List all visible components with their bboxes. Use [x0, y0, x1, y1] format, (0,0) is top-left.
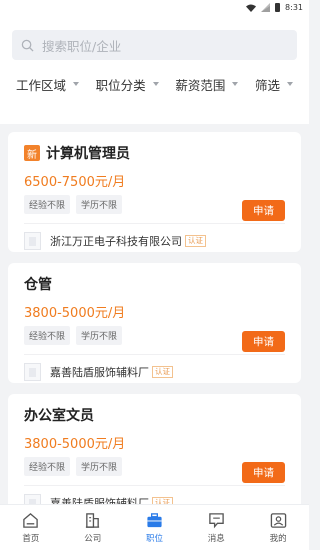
job-card[interactable]: 新 计算机管理员 6500-7500元/月 经验不限 学历不限 申请 浙江万正电… — [8, 132, 301, 252]
tab-profile[interactable]: 我的 — [247, 505, 309, 550]
job-salary: 6500-7500元/月 — [24, 175, 126, 190]
filter-label: 工作区域 — [16, 77, 67, 93]
tab-jobs[interactable]: 职位 — [124, 505, 186, 550]
tag-experience: 经验不限 — [24, 326, 71, 345]
status-time: 8:31 — [285, 3, 303, 12]
job-salary: 3800-5000元/月 — [24, 437, 126, 452]
job-card[interactable]: 办公室文员 3800-5000元/月 经验不限 学历不限 申请 嘉善陆盾服饰辅料… — [8, 394, 301, 514]
filter-salary[interactable]: 薪资范围 — [175, 75, 239, 94]
filter-area[interactable]: 工作区域 — [16, 75, 80, 94]
tab-company[interactable]: 公司 — [62, 505, 124, 550]
caret-down-icon — [152, 82, 159, 86]
tab-home[interactable]: 首页 — [0, 505, 62, 550]
company-name[interactable]: 嘉善陆盾服饰辅料厂 — [50, 364, 149, 380]
caret-down-icon — [232, 82, 239, 86]
filter-category[interactable]: 职位分类 — [96, 75, 159, 94]
job-list: 新 计算机管理员 6500-7500元/月 经验不限 学历不限 申请 浙江万正电… — [0, 124, 309, 514]
verified-badge: 认证 — [152, 366, 173, 378]
search-placeholder: 搜索职位/企业 — [42, 38, 122, 54]
apply-button[interactable]: 申请 — [242, 200, 285, 221]
tag-education: 学历不限 — [76, 326, 123, 345]
job-title: 仓管 — [24, 277, 52, 293]
tab-label: 我的 — [269, 533, 287, 544]
briefcase-icon — [147, 512, 162, 527]
profile-icon — [270, 512, 286, 528]
apply-button[interactable]: 申请 — [242, 462, 285, 483]
caret-down-icon — [73, 82, 80, 86]
verified-badge: 认证 — [185, 235, 206, 247]
home-icon — [23, 512, 39, 528]
bottom-tab-bar: 首页 公司 职位 消息 我的 — [0, 504, 309, 550]
tag-education: 学历不限 — [76, 195, 123, 214]
divider — [24, 223, 285, 224]
signal-icon — [261, 3, 271, 12]
job-salary: 3800-5000元/月 — [24, 306, 126, 321]
filter-label: 筛选 — [254, 77, 280, 93]
filter-bar: 工作区域 职位分类 薪资范围 筛选 — [12, 60, 297, 108]
building-icon — [86, 512, 100, 528]
job-title: 计算机管理员 — [46, 146, 130, 162]
divider — [24, 354, 285, 355]
divider — [24, 485, 285, 486]
tab-label: 职位 — [145, 533, 163, 544]
tag-experience: 经验不限 — [24, 457, 71, 476]
job-title: 办公室文员 — [24, 408, 94, 424]
caret-down-icon — [286, 82, 293, 86]
search-icon — [21, 39, 34, 52]
wifi-icon — [246, 4, 257, 12]
top-panel: 搜索职位/企业 工作区域 职位分类 薪资范围 筛选 — [0, 18, 309, 124]
tab-label: 公司 — [84, 533, 102, 544]
company-logo — [24, 363, 41, 381]
filter-more[interactable]: 筛选 — [255, 75, 293, 94]
new-badge: 新 — [24, 145, 40, 161]
tag-experience: 经验不限 — [24, 195, 71, 214]
company-logo — [24, 232, 41, 250]
filter-label: 薪资范围 — [175, 77, 226, 93]
filter-label: 职位分类 — [95, 77, 146, 93]
search-input[interactable]: 搜索职位/企业 — [12, 30, 297, 60]
tab-label: 消息 — [207, 533, 225, 544]
tag-education: 学历不限 — [76, 457, 123, 476]
message-icon — [209, 512, 224, 528]
apply-button[interactable]: 申请 — [242, 331, 285, 352]
job-card[interactable]: 仓管 3800-5000元/月 经验不限 学历不限 申请 嘉善陆盾服饰辅料厂 认… — [8, 263, 301, 383]
battery-icon — [275, 3, 281, 12]
company-name[interactable]: 浙江万正电子科技有限公司 — [50, 233, 182, 249]
status-bar: 8:31 — [0, 0, 309, 18]
tab-label: 首页 — [22, 533, 40, 544]
tab-messages[interactable]: 消息 — [185, 505, 247, 550]
